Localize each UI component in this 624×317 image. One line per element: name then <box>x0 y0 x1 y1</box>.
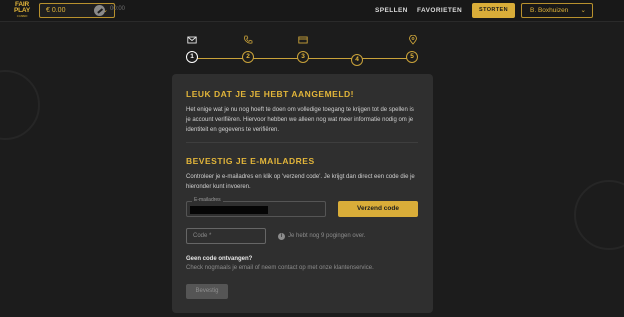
email-value-redacted <box>190 206 268 214</box>
user-menu-button[interactable]: B. Boxhuizen ⌄ <box>521 3 593 18</box>
no-code-text: Check nogmaals je email of neem contact … <box>186 265 374 271</box>
no-code-title: Geen code ontvangen? <box>186 256 253 262</box>
card-icon <box>298 36 308 44</box>
email-confirm-title: Bevestig je e-mailadres <box>186 156 315 166</box>
storten-button[interactable]: STORTEN <box>472 3 515 18</box>
bonus-icon[interactable] <box>94 5 105 16</box>
confirm-button[interactable]: Bevestig <box>186 284 228 299</box>
email-field-label: E-mailadres <box>192 197 223 203</box>
instruction-text: Controleer je e-mailadres en klik op 've… <box>186 174 415 190</box>
balance-value: € 0.00 <box>46 7 66 14</box>
top-header: FAIR PLAY CASINO € 0.00 ⌄ 00:00 SPELLEN … <box>0 0 624 22</box>
nav-favorieten[interactable]: FAVORIETEN <box>417 7 462 14</box>
background-decoration-left <box>0 70 40 140</box>
step-2: 2 <box>242 51 254 63</box>
code-input[interactable]: Code * <box>186 228 266 244</box>
step-4: 4 <box>351 54 363 66</box>
send-code-button[interactable]: Verzend code <box>338 201 418 217</box>
phone-icon <box>244 35 253 44</box>
mail-icon <box>187 36 197 44</box>
verification-card: Leuk dat je je hebt aangemeld! Het enige… <box>172 74 433 313</box>
step-1: 1 <box>186 51 198 63</box>
welcome-title: Leuk dat je je hebt aangemeld! <box>186 89 355 99</box>
chevron-down-icon: ⌄ <box>580 7 586 14</box>
divider <box>186 142 418 143</box>
user-name: B. Boxhuizen <box>530 7 569 14</box>
background-decoration-right <box>574 180 624 250</box>
email-field[interactable]: E-mailadres <box>186 197 326 217</box>
registration-stepper: 1 2 3 4 5 <box>186 34 421 66</box>
info-icon: i <box>278 233 285 240</box>
attempts-remaining-text: Je hebt nog 9 pogingen over. <box>288 233 366 239</box>
step-5: 5 <box>406 51 418 63</box>
bonus-value: 00:00 <box>110 6 126 12</box>
step-3: 3 <box>297 51 309 63</box>
logo[interactable]: FAIR PLAY CASINO <box>10 1 34 20</box>
location-icon <box>409 35 417 45</box>
nav-spellen[interactable]: SPELLEN <box>375 7 408 14</box>
intro-text: Het enige wat je nu nog hoeft te doen om… <box>186 107 414 133</box>
